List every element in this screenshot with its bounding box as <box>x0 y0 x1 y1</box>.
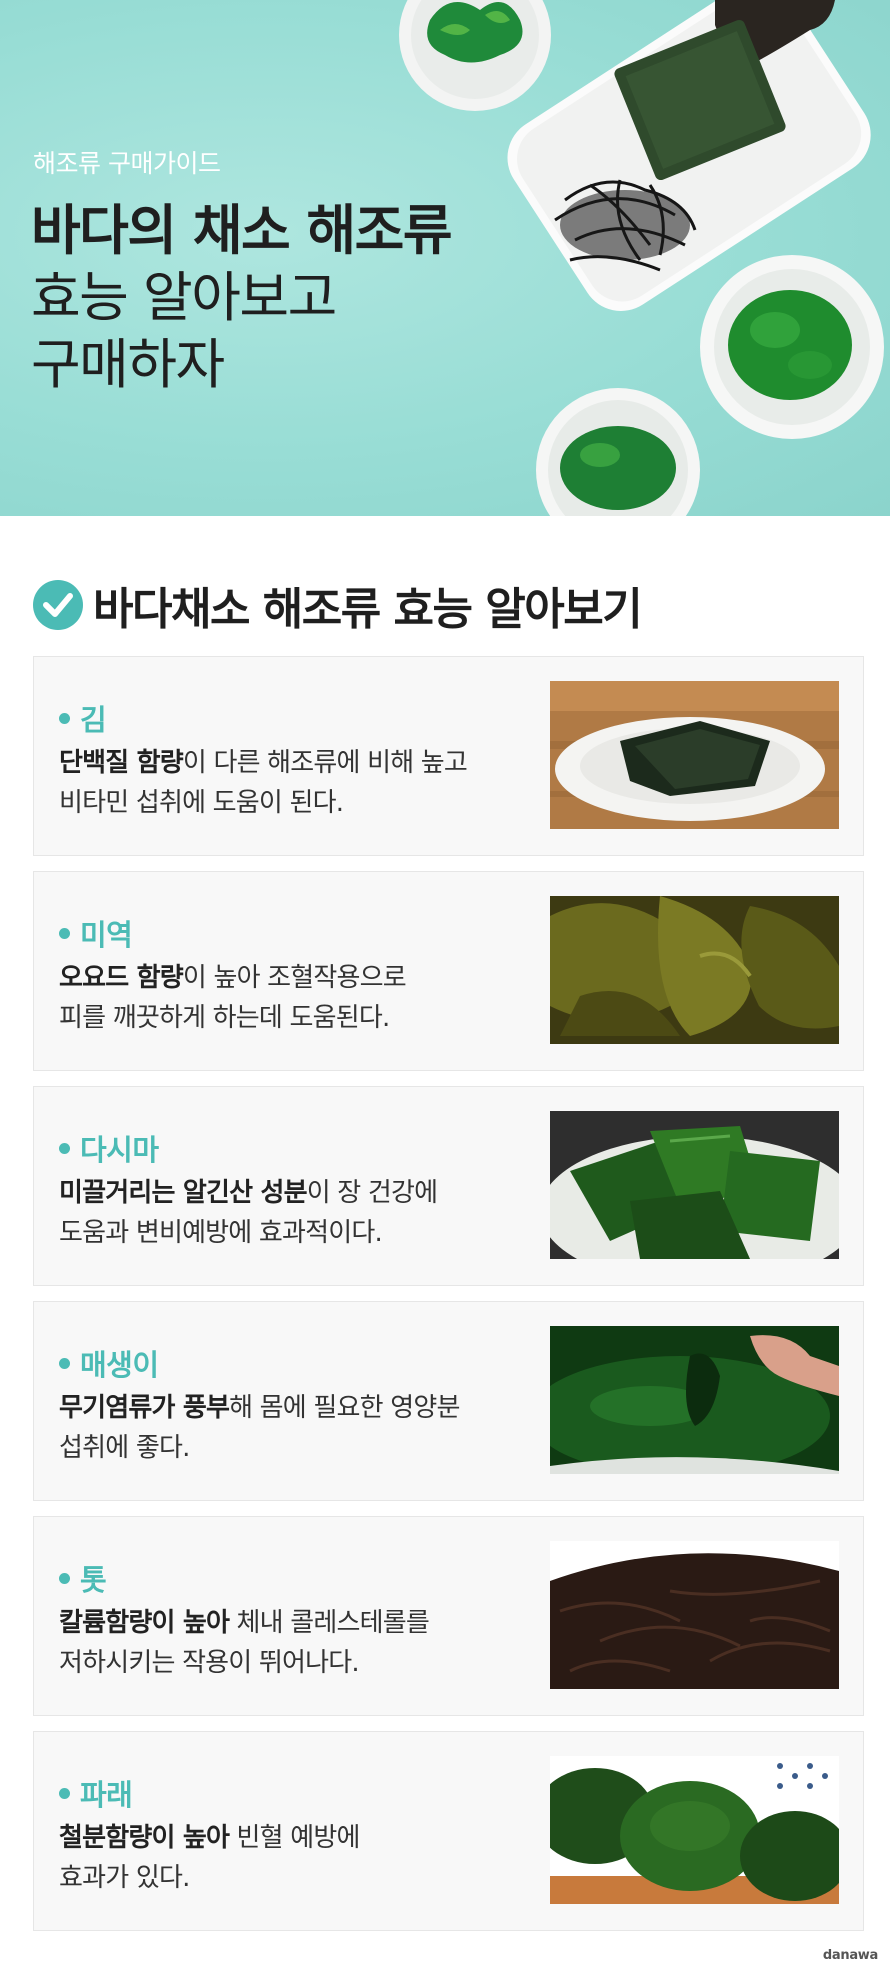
tot-photo <box>550 1541 839 1689</box>
bullet-dot-icon <box>59 1142 70 1154</box>
card-description: 단백질 함량이 다른 해조류에 비해 높고 비타민 섭취에 도움이 된다. <box>59 743 549 823</box>
check-circle-icon <box>33 580 83 630</box>
card-highlight: 미끌거리는 알긴산 성분 <box>59 1178 308 1208</box>
card-highlight: 칼륨함량이 높아 <box>59 1608 230 1638</box>
card-text-line1: 체내 콜레스테롤를 <box>229 1608 430 1638</box>
seaweed-card-miyeok: 미역 오요드 함량이 높아 조혈작용으로 피를 깨끗하게 하는데 도움된다. <box>33 871 864 1071</box>
seaweed-card-tot: 톳 칼륨함량이 높아 체내 콜레스테롤를 저하시키는 작용이 뛰어나다. <box>33 1516 864 1716</box>
danawa-logo: danawa <box>822 1948 878 1963</box>
maesaengi-photo <box>550 1326 839 1474</box>
dasima-photo <box>550 1111 839 1259</box>
hero-title-line1: 바다의 채소 해조류 <box>31 199 453 262</box>
section-heading: 바다채소 해조류 효능 알아보기 <box>33 578 643 635</box>
card-highlight: 단백질 함량 <box>59 748 184 778</box>
card-description: 미끌거리는 알긴산 성분이 장 건강에 도움과 변비예방에 효과적이다. <box>59 1173 549 1253</box>
card-highlight: 무기염류가 풍부 <box>59 1393 230 1423</box>
hero-banner: 해조류 구매가이드 바다의 채소 해조류 효능 알아보고 구매하자 <box>0 0 890 516</box>
card-highlight: 철분함량이 높아 <box>59 1823 230 1853</box>
card-text-line2: 저하시키는 작용이 뛰어나다. <box>59 1648 360 1678</box>
card-description: 철분함량이 높아 빈혈 예방에 효과가 있다. <box>59 1818 549 1898</box>
card-name: 파래 <box>59 1772 133 1814</box>
card-text-line1: 이 다른 해조류에 비해 높고 <box>182 748 468 778</box>
card-text-line2: 섭취에 좋다. <box>59 1433 190 1463</box>
card-text-line1: 빈혈 예방에 <box>229 1823 361 1853</box>
bullet-dot-icon <box>59 1787 70 1799</box>
bullet-dot-icon <box>59 1572 70 1584</box>
card-description: 무기염류가 풍부해 몸에 필요한 영양분 섭취에 좋다. <box>59 1388 549 1468</box>
card-text-line2: 도움과 변비예방에 효과적이다. <box>59 1218 383 1248</box>
card-description: 칼륨함량이 높아 체내 콜레스테롤를 저하시키는 작용이 뛰어나다. <box>59 1603 549 1683</box>
card-text-line2: 효과가 있다. <box>59 1863 190 1893</box>
card-name-text: 미역 <box>80 918 133 952</box>
card-name-text: 매생이 <box>80 1348 159 1382</box>
hero-title-line2: 효능 알아보고 <box>31 266 337 329</box>
hero-subtitle: 해조류 구매가이드 <box>33 149 221 178</box>
card-text-line2: 비타민 섭취에 도움이 된다. <box>59 788 344 818</box>
card-name-text: 다시마 <box>80 1133 159 1167</box>
bullet-dot-icon <box>59 927 70 939</box>
card-description: 오요드 함량이 높아 조혈작용으로 피를 깨끗하게 하는데 도움된다. <box>59 958 549 1038</box>
card-name: 미역 <box>59 912 133 954</box>
miyeok-photo <box>550 896 839 1044</box>
card-name: 톳 <box>59 1557 107 1599</box>
card-name: 매생이 <box>59 1342 159 1384</box>
card-highlight: 오요드 함량 <box>59 963 184 993</box>
gim-photo <box>550 681 839 829</box>
seaweed-card-maesaengi: 매생이 무기염류가 풍부해 몸에 필요한 영양분 섭취에 좋다. <box>33 1301 864 1501</box>
card-name: 다시마 <box>59 1127 159 1169</box>
card-text-line1: 이 장 건강에 <box>306 1178 438 1208</box>
card-name-text: 톳 <box>80 1563 107 1597</box>
hero-title: 바다의 채소 해조류 효능 알아보고 구매하자 <box>31 199 453 396</box>
card-text-line1: 이 높아 조혈작용으로 <box>182 963 407 993</box>
card-text-line1: 해 몸에 필요한 영양분 <box>229 1393 460 1423</box>
seaweed-card-dasima: 다시마 미끌거리는 알긴산 성분이 장 건강에 도움과 변비예방에 효과적이다. <box>33 1086 864 1286</box>
card-name-text: 김 <box>80 703 107 737</box>
parae-photo <box>550 1756 839 1904</box>
hero-title-line3: 구매하자 <box>31 333 225 396</box>
seaweed-card-gim: 김 단백질 함량이 다른 해조류에 비해 높고 비타민 섭취에 도움이 된다. <box>33 656 864 856</box>
bullet-dot-icon <box>59 1357 70 1369</box>
card-name-text: 파래 <box>80 1778 133 1812</box>
bullet-dot-icon <box>59 712 70 724</box>
card-name: 김 <box>59 697 107 739</box>
section-title: 바다채소 해조류 효능 알아보기 <box>93 584 643 635</box>
card-text-line2: 피를 깨끗하게 하는데 도움된다. <box>59 1003 390 1033</box>
seaweed-card-parae: 파래 철분함량이 높아 빈혈 예방에 효과가 있다. <box>33 1731 864 1931</box>
